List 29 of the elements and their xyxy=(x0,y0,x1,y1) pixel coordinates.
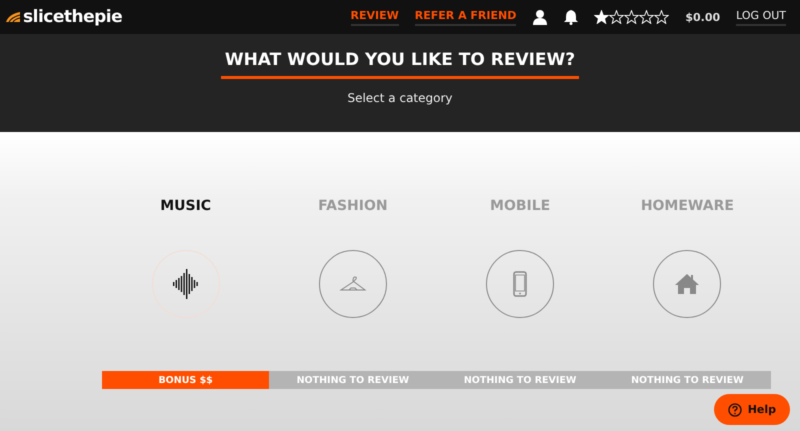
star-icon xyxy=(654,10,670,24)
star-icon xyxy=(624,10,640,24)
status-bar: NOTHING TO REVIEW xyxy=(604,371,771,389)
category-label: MUSIC xyxy=(160,198,212,216)
category-label: FASHION xyxy=(318,198,388,216)
sound-wave-icon xyxy=(172,269,199,299)
hanger-icon xyxy=(338,275,367,293)
logo-icon xyxy=(5,11,21,23)
phone-icon xyxy=(513,271,528,297)
status-bar: BONUS $$ xyxy=(102,371,270,389)
status-bar: NOTHING TO REVIEW xyxy=(269,371,436,389)
category-label: MOBILE xyxy=(490,198,550,216)
star-icon xyxy=(639,10,654,24)
balance: $0.00 xyxy=(685,10,720,24)
nav-link[interactable]: REFER A FRIEND xyxy=(414,8,516,26)
question-icon xyxy=(728,402,742,416)
user-icon[interactable] xyxy=(532,9,548,25)
star-icon xyxy=(609,10,624,24)
logo-text[interactable]: slicethepie xyxy=(23,7,122,27)
bell-icon[interactable] xyxy=(564,9,578,25)
category-label: HOMEWARE xyxy=(640,198,734,216)
page-subtitle: Select a category xyxy=(347,91,453,105)
house-icon xyxy=(674,273,700,295)
logout-link[interactable]: LOG OUT xyxy=(736,8,786,26)
page-title: WHAT WOULD YOU LIKE TO REVIEW? xyxy=(220,50,580,79)
nav-link[interactable]: REVIEW xyxy=(350,8,399,26)
star-icon xyxy=(594,10,610,24)
help-button[interactable]: Help xyxy=(714,394,790,425)
status-bar: NOTHING TO REVIEW xyxy=(436,371,604,389)
